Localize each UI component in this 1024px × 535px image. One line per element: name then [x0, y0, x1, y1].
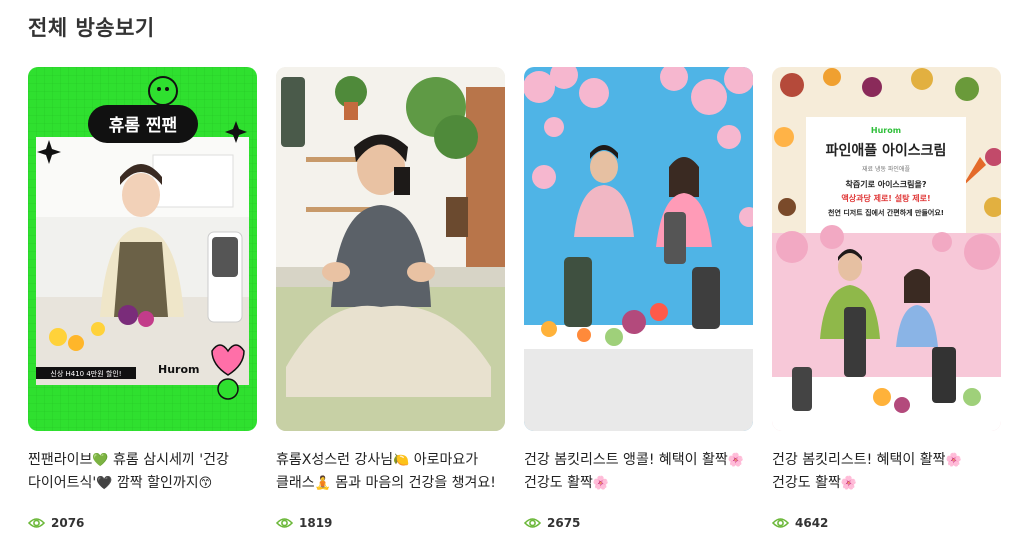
- thumbnail-brand: Hurom: [871, 126, 901, 135]
- card-title[interactable]: 찐팬라이브💚 휴롬 삼시세끼 '건강 다이어트식'🖤 깜짝 할인까지😙: [28, 449, 257, 495]
- thumbnail-banner: 신상 H410 4만원 할인!: [50, 369, 121, 378]
- view-count-value: 2675: [547, 516, 581, 530]
- view-count-value: 2076: [51, 516, 85, 530]
- thumbnail-line-3: 천연 디저트 집에서 간편하게 만들어요!: [828, 208, 944, 217]
- card-title[interactable]: 건강 봄킷리스트 앵콜! 혜택이 활짝🌸 건강도 활짝🌸: [524, 449, 753, 495]
- card-title[interactable]: 건강 봄킷리스트! 혜택이 활짝🌸 건강도 활짝🌸: [772, 449, 1001, 495]
- eye-icon: [772, 518, 789, 528]
- thumbnail-heading: 파인애플 아이스크림: [826, 142, 947, 159]
- thumbnail-image[interactable]: 휴롬 찐팬 신상 H410 4만원 할인! Hurom: [28, 67, 257, 431]
- cherry-blossom-icon: 🌸: [592, 476, 610, 491]
- cherry-blossom-icon: 🌸: [945, 453, 962, 468]
- black-heart-icon: 🖤: [96, 476, 113, 491]
- view-count-value: 4642: [795, 516, 829, 530]
- thumbnail-image[interactable]: [276, 67, 505, 431]
- view-count-value: 1819: [299, 516, 333, 530]
- eye-icon: [28, 518, 45, 528]
- thumbnail-brand: Hurom: [158, 363, 199, 376]
- eye-icon: [524, 518, 541, 528]
- broadcast-card[interactable]: 휴롬X성스런 강사님🍋 아로마요가 클래스🧘 몸과 마음의 건강을 챙겨요! 1…: [276, 67, 505, 530]
- broadcast-card[interactable]: 건강 봄킷리스트 앵콜! 혜택이 활짝🌸 건강도 활짝🌸 2675: [524, 67, 753, 530]
- thumbnail-image[interactable]: Hurom 파인애플 아이스크림 재료 냉동 파인애플 착즙기로 아이스크림을?…: [772, 67, 1001, 431]
- broadcast-card[interactable]: Hurom 파인애플 아이스크림 재료 냉동 파인애플 착즙기로 아이스크림을?…: [772, 67, 1001, 530]
- eye-icon: [276, 518, 293, 528]
- green-heart-icon: 💚: [92, 453, 109, 468]
- view-count: 1819: [276, 515, 332, 531]
- card-title[interactable]: 휴롬X성스런 강사님🍋 아로마요가 클래스🧘 몸과 마음의 건강을 챙겨요!: [276, 449, 505, 495]
- cherry-blossom-icon: 🌸: [840, 476, 858, 491]
- cherry-blossom-icon: 🌸: [727, 453, 744, 468]
- view-count: 4642: [772, 515, 828, 531]
- broadcast-grid: 휴롬 찐팬 신상 H410 4만원 할인! Hurom 찐팬라이브💚 휴롬 삼시…: [28, 67, 1001, 530]
- thumbnail-badge-text: 휴롬 찐팬: [109, 115, 177, 136]
- view-count: 2675: [524, 515, 580, 531]
- thumbnail-line-2: 액상과당 제로! 설탕 제로!: [841, 193, 930, 203]
- thumbnail-sub: 재료 냉동 파인애플: [862, 165, 910, 173]
- view-count: 2076: [28, 515, 84, 531]
- lemon-icon: 🍋: [393, 453, 410, 468]
- kissing-face-icon: 😙: [198, 476, 213, 491]
- yoga-icon: 🧘: [314, 476, 331, 491]
- thumbnail-image[interactable]: [524, 67, 753, 431]
- page-title: 전체 방송보기: [28, 16, 155, 40]
- thumbnail-line-1: 착즙기로 아이스크림을?: [845, 179, 926, 189]
- broadcast-card[interactable]: 휴롬 찐팬 신상 H410 4만원 할인! Hurom 찐팬라이브💚 휴롬 삼시…: [28, 67, 257, 530]
